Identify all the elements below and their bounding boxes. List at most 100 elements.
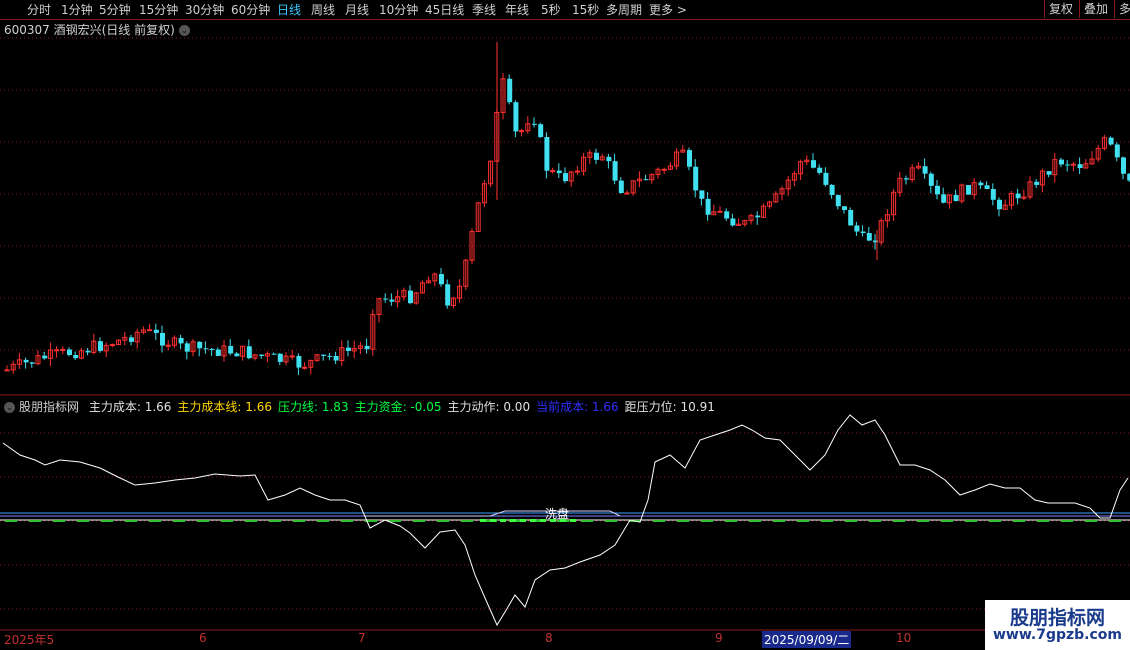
candle-body <box>42 355 48 359</box>
fund-bar <box>77 520 89 522</box>
period-tab-7[interactable]: 周线 <box>311 1 335 18</box>
candle-body <box>327 355 333 357</box>
fund-bar <box>701 520 713 522</box>
period-tab-3[interactable]: 15分钟 <box>139 1 178 18</box>
period-tab-14[interactable]: 15秒 <box>572 1 599 18</box>
chart-header: 600307 酒钢宏兴(日线 前复权) ⌄ <box>4 21 190 38</box>
candle-body <box>203 348 209 350</box>
candle-body <box>829 184 835 195</box>
candle-body <box>153 329 159 333</box>
period-tab-5[interactable]: 60分钟 <box>231 1 270 18</box>
fund-bar <box>893 520 905 522</box>
fund-bar <box>917 520 929 522</box>
candle-body <box>1108 137 1114 145</box>
candle-body <box>550 170 556 173</box>
x-axis-label-3: 8 <box>545 631 553 645</box>
candle-body <box>574 170 580 173</box>
fund-bar <box>965 520 977 522</box>
chevron-down-icon[interactable]: ⌄ <box>4 402 15 413</box>
period-tab-16[interactable]: 更多 > <box>649 1 687 18</box>
fund-bar <box>341 520 353 522</box>
toolbar-right-button-0[interactable]: 复权 <box>1044 0 1073 18</box>
fund-bar <box>1061 520 1073 522</box>
candle-body <box>228 345 234 354</box>
period-tab-2[interactable]: 5分钟 <box>99 1 131 18</box>
candle-body <box>953 194 959 202</box>
toolbar-right-button-2[interactable]: 多 <box>1114 0 1130 18</box>
period-tab-10[interactable]: 45日线 <box>425 1 464 18</box>
fund-bar <box>197 520 209 522</box>
fund-bar <box>293 520 305 522</box>
candle-body <box>289 355 295 358</box>
fund-bar <box>1109 520 1121 522</box>
candle-body <box>29 362 35 364</box>
candle-body <box>866 233 872 241</box>
candle-body <box>73 355 79 359</box>
candle-body <box>1121 157 1126 174</box>
period-toolbar: 分时 1分钟 5分钟 15分钟 30分钟 60分钟 日线 周线 月线 10分钟 45日线 季线 年线 5秒… <box>0 0 1130 20</box>
period-tab-9[interactable]: 10分钟 <box>379 1 418 18</box>
candle-body <box>259 354 265 356</box>
fund-bar <box>269 520 281 522</box>
candle-body <box>661 168 667 171</box>
x-axis-label-6: 10 <box>896 631 912 645</box>
candle-body <box>147 329 153 332</box>
candle-body <box>271 353 277 355</box>
period-tab-12[interactable]: 年线 <box>505 1 529 18</box>
period-tab-4[interactable]: 30分钟 <box>185 1 224 18</box>
fund-bar <box>490 519 496 522</box>
period-tab-1[interactable]: 1分钟 <box>61 1 93 18</box>
indicator-name[interactable]: 股朋指标网 <box>19 400 79 414</box>
fund-bar <box>749 520 761 522</box>
x-axis-label-0: 2025年5 <box>4 633 55 647</box>
candle-body <box>556 170 562 174</box>
fund-bar <box>845 520 857 522</box>
candle-body <box>823 172 829 185</box>
candle-body <box>165 344 171 347</box>
candle-body <box>4 369 10 372</box>
x-axis-label-5: 2025/09/09/二 <box>762 631 852 648</box>
watermark-title: 股朋指标网 <box>1009 607 1105 629</box>
fund-bar <box>480 519 486 522</box>
candle-body <box>67 349 72 356</box>
indicator-value-4: 主力动作: 0.00 <box>447 400 531 414</box>
candle-body <box>594 152 599 160</box>
candle-body <box>439 274 444 285</box>
fund-bar <box>500 519 506 522</box>
indicator-value-3: 主力资金: -0.05 <box>354 400 442 414</box>
candle-body <box>990 189 996 200</box>
chevron-down-icon[interactable]: ⌄ <box>178 25 190 36</box>
candle-body <box>98 341 103 351</box>
period-tab-8[interactable]: 月线 <box>345 1 369 18</box>
fund-bar <box>570 519 576 522</box>
candle-body <box>1034 181 1040 185</box>
toolbar-right-button-1[interactable]: 叠加 <box>1079 0 1108 18</box>
period-tab-0[interactable]: 分时 <box>27 1 51 18</box>
candle-body <box>178 337 184 344</box>
fund-bar <box>581 520 593 522</box>
candle-body <box>817 167 823 173</box>
candle-body <box>1114 144 1120 158</box>
candle-body <box>997 199 1002 210</box>
candle-body <box>1070 163 1076 166</box>
period-tab-13[interactable]: 5秒 <box>541 1 561 18</box>
fund-bar <box>5 520 17 522</box>
period-tab-6[interactable]: 日线 <box>277 1 301 18</box>
watermark-url: www.7gpzb.com <box>992 627 1122 643</box>
fund-bar <box>29 520 41 522</box>
candle-body <box>730 218 736 226</box>
fund-bar <box>437 520 449 522</box>
candle-body <box>234 353 240 357</box>
candle-body <box>532 123 537 125</box>
candle-body <box>693 166 699 191</box>
candle-body <box>544 137 550 171</box>
candle-body <box>717 210 723 213</box>
period-tab-11[interactable]: 季线 <box>472 1 496 18</box>
x-axis-label-1: 6 <box>199 631 207 645</box>
candle-body <box>507 78 513 103</box>
period-tab-15[interactable]: 多周期 <box>606 1 642 18</box>
fund-bar <box>677 520 689 522</box>
candle-body <box>724 211 730 219</box>
fund-bar <box>413 520 425 522</box>
price-chart[interactable]: 洗盘 <box>0 0 1130 650</box>
